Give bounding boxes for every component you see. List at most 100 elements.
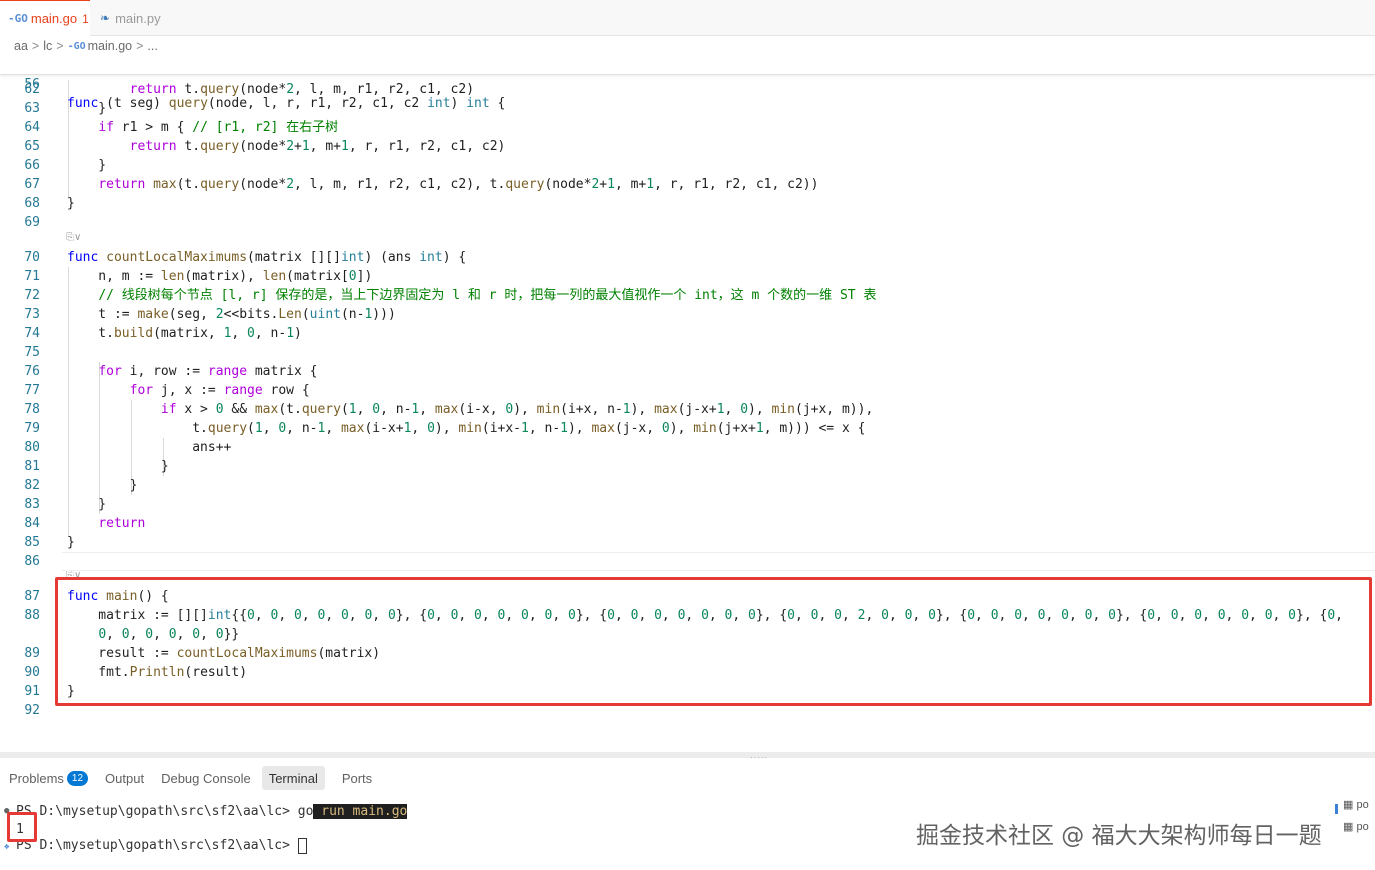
panel-resize-sash[interactable]: ·····: [0, 752, 1375, 762]
chevron-right-icon: >: [56, 39, 64, 53]
tab-label: main.go: [30, 11, 78, 26]
terminal-line-command: PS D:\mysetup\gopath\src\sf2\aa\lc> go r…: [16, 803, 408, 821]
code-line[interactable]: 77 for j, x := range row {: [0, 381, 1375, 400]
code-line[interactable]: 86: [0, 552, 1375, 571]
breadcrumb-item[interactable]: aa: [14, 39, 28, 53]
breadcrumb-item[interactable]: ...: [147, 39, 157, 53]
terminal-list-label: po: [1356, 821, 1369, 833]
line-number: 84: [24, 516, 40, 531]
code-line[interactable]: 83 }: [0, 495, 1375, 514]
terminal-list-item[interactable]: ▦ po: [1343, 820, 1369, 833]
code-line[interactable]: 74 t.build(matrix, 1, 0, n-1): [0, 324, 1375, 343]
tab-label: Debug Console: [161, 770, 251, 786]
code-text: for i, row := range matrix {: [98, 364, 318, 379]
code-text: t.query(1, 0, n-1, max(i-x+1, 0), min(i+…: [67, 421, 866, 436]
tab-main-go[interactable]: -GO main.go 1: [0, 0, 90, 36]
command-decoration-icon: ❖: [4, 842, 10, 852]
code-text: n, m := len(matrix), len(matrix[0]): [67, 269, 373, 284]
line-number: 88: [24, 608, 40, 623]
code-line[interactable]: 67 return max(t.query(node*2, l, m, r1, …: [0, 175, 1375, 194]
line-number: 76: [24, 364, 40, 379]
code-text: }: [67, 196, 75, 211]
code-text: ans++: [67, 440, 232, 455]
chevron-right-icon: >: [136, 39, 144, 53]
code-text: return t.query(node*2+1, m+1, r, r1, r2,…: [129, 139, 506, 154]
line-number: 67: [24, 177, 40, 192]
code-text: return max(t.query(node*2, l, m, r1, r2,…: [98, 177, 819, 192]
code-line[interactable]: 70 func countLocalMaximums(matrix [][]int…: [0, 248, 1375, 267]
line-number: 89: [24, 646, 40, 661]
code-line[interactable]: 68}: [0, 194, 1375, 213]
code-text: }: [67, 497, 107, 512]
code-line[interactable]: 80 ans++: [0, 438, 1375, 457]
line-number: 66: [24, 158, 40, 173]
go-file-icon: -GO: [8, 12, 28, 25]
tab-label: Problems: [9, 770, 64, 786]
code-text: func (t seg) query(node, l, r, r1, r2, c…: [67, 96, 506, 111]
code-text: // 线段树每个节点 [l, r] 保存的是，当上下边界固定为 l 和 r 时，…: [98, 288, 877, 303]
line-number: 73: [24, 307, 40, 322]
line-number: 83: [24, 497, 40, 512]
line-number: 81: [24, 459, 40, 474]
code-text: if r1 > m { // [r1, r2] 在右子树: [98, 120, 339, 135]
line-number: 82: [24, 478, 40, 493]
code-text: t := make(seg, 2<<bits.Len(uint(n-1))): [67, 307, 396, 322]
code-line[interactable]: 84 return: [0, 514, 1375, 533]
terminal-cursor: [297, 837, 307, 854]
output-highlight-box: [7, 812, 37, 842]
code-line[interactable]: 72 // 线段树每个节点 [l, r] 保存的是，当上下边界固定为 l 和 r…: [0, 286, 1375, 305]
code-line[interactable]: 64 if r1 > m { // [r1, r2] 在右子树: [0, 118, 1375, 137]
code-text: t.build(matrix, 1, 0, n-1): [67, 326, 302, 341]
line-number: 69: [24, 215, 40, 230]
command-go: go: [297, 804, 314, 819]
python-file-icon: ❧: [100, 11, 111, 25]
line-number: 77: [24, 383, 40, 398]
code-line[interactable]: 66 }: [0, 156, 1375, 175]
tab-label: main.py: [115, 10, 161, 26]
code-line[interactable]: 75: [0, 343, 1375, 362]
code-text: func countLocalMaximums(matrix [][]int) …: [67, 250, 467, 265]
code-line[interactable]: 81 }: [0, 457, 1375, 476]
code-line[interactable]: 71 n, m := len(matrix), len(matrix[0]): [0, 267, 1375, 286]
code-line[interactable]: 73 t := make(seg, 2<<bits.Len(uint(n-1))…: [0, 305, 1375, 324]
prompt: PS D:\mysetup\gopath\src\sf2\aa\lc>: [16, 838, 298, 853]
code-line[interactable]: 82 }: [0, 476, 1375, 495]
tab-label: Ports: [341, 770, 373, 786]
line-number: 70: [24, 250, 40, 265]
code-line[interactable]: 76 for i, row := range matrix {: [0, 362, 1375, 381]
editor-tab-bar: -GO main.go 1 ❧ main.py: [0, 0, 1375, 36]
code-lens-icon[interactable]: ⎘∨: [66, 232, 81, 244]
tab-ports[interactable]: Ports: [342, 766, 372, 790]
line-number: 92: [24, 703, 40, 718]
code-text: return: [98, 516, 146, 531]
breadcrumb-item[interactable]: main.go: [88, 39, 132, 53]
tab-problems[interactable]: Problems 12: [9, 766, 89, 790]
line-number: 79: [24, 421, 40, 436]
code-line[interactable]: 78 if x > 0 && max(t.query(1, 0, n-1, ma…: [0, 400, 1375, 419]
sticky-scroll-line[interactable]: 56 func (t seg) query(node, l, r, r1, r2…: [0, 56, 1375, 111]
tab-main-py[interactable]: ❧ main.py: [92, 0, 182, 36]
chevron-right-icon: >: [31, 39, 40, 53]
code-line[interactable]: 85}: [0, 533, 1375, 552]
code-line[interactable]: 65 return t.query(node*2+1, m+1, r, r1, …: [0, 137, 1375, 156]
tab-label: Terminal: [268, 770, 318, 786]
terminal-icon: ▦: [1343, 821, 1354, 833]
highlight-annotation-box: [55, 577, 1372, 706]
go-file-icon: -GO: [67, 40, 86, 52]
line-number: 56: [24, 77, 40, 92]
panel-tab-bar: Problems 12 Output Debug Console Termina…: [0, 766, 380, 790]
line-number: 72: [24, 288, 40, 303]
code-line[interactable]: 79 t.query(1, 0, n-1, max(i-x+1, 0), min…: [0, 419, 1375, 438]
code-text: }: [67, 478, 138, 493]
code-text: }: [67, 158, 107, 173]
code-text: if x > 0 && max(t.query(1, 0, n-1, max(i…: [160, 402, 874, 417]
breadcrumb-item[interactable]: lc: [43, 39, 52, 53]
tab-label: Output: [105, 770, 145, 786]
tab-terminal[interactable]: Terminal: [261, 766, 325, 790]
terminal-list: ▦ po ▦ po: [1335, 796, 1375, 870]
code-text: }: [67, 535, 75, 550]
code-line[interactable]: 69: [0, 213, 1375, 232]
terminal-list-item[interactable]: ▦ po: [1343, 798, 1369, 811]
tab-output[interactable]: Output: [105, 766, 144, 790]
tab-debug-console[interactable]: Debug Console: [161, 766, 251, 790]
